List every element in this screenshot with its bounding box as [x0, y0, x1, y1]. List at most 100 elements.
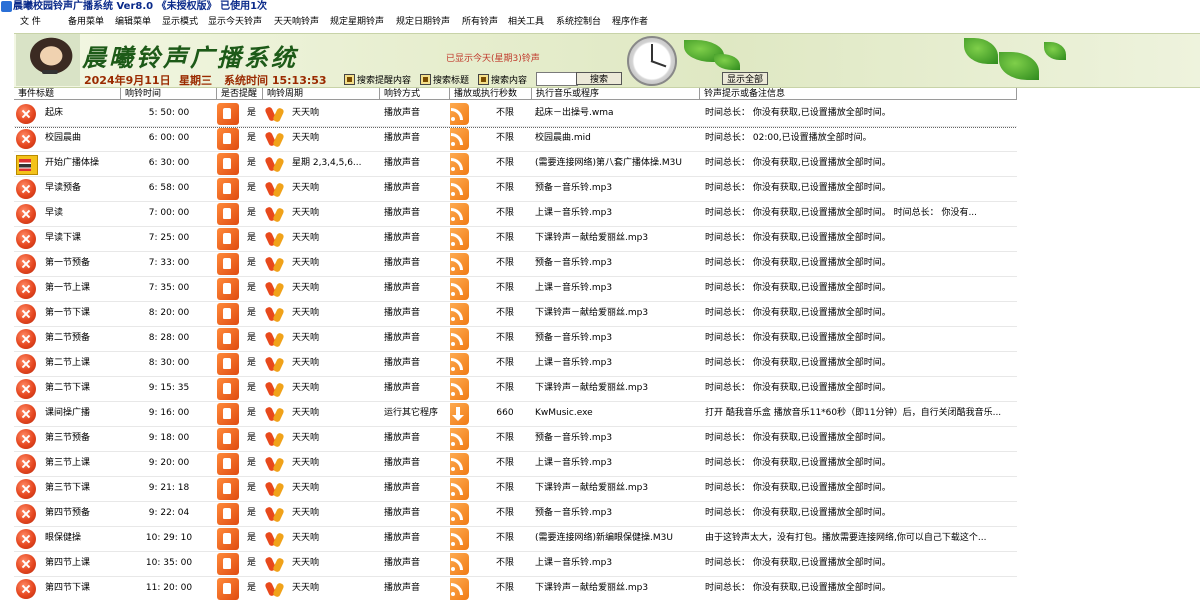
menu-item[interactable]: 天天响铃声: [274, 16, 319, 29]
disabled-x-icon[interactable]: [16, 254, 36, 274]
rss-icon[interactable]: [450, 128, 469, 150]
rss-icon[interactable]: [450, 478, 469, 500]
disabled-x-icon[interactable]: [16, 404, 36, 424]
disabled-x-icon[interactable]: [16, 279, 36, 299]
thumbs-up-icon[interactable]: [217, 428, 239, 450]
thumbs-up-icon[interactable]: [217, 553, 239, 575]
menu-item[interactable]: 编辑菜单: [115, 16, 151, 29]
show-all-button[interactable]: 显示全部: [722, 72, 768, 85]
menu-item[interactable]: 规定星期铃声: [330, 16, 384, 29]
search-button[interactable]: 搜索: [576, 72, 622, 85]
table-row[interactable]: 第四节预备 9: 22: 04 是 天天响 播放声音 不限 预备－音乐铃.mp3 时间总长： …: [14, 501, 1017, 527]
thumbs-up-icon[interactable]: [217, 528, 239, 550]
disabled-x-icon[interactable]: [16, 204, 36, 224]
rss-icon[interactable]: [450, 178, 469, 200]
column-header-mode[interactable]: 响铃方式: [380, 88, 450, 100]
column-header-seconds[interactable]: 播放或执行秒数: [450, 88, 532, 100]
thumbs-up-icon[interactable]: [217, 328, 239, 350]
disabled-x-icon[interactable]: [16, 379, 36, 399]
table-row[interactable]: 第二节下课 9: 15: 35 是 天天响 播放声音 不限 下课铃声－献给爱丽丝.mp3 时间…: [14, 376, 1017, 402]
rss-icon[interactable]: [450, 503, 469, 525]
thumbs-up-icon[interactable]: [217, 378, 239, 400]
disabled-x-icon[interactable]: [16, 454, 36, 474]
menu-item[interactable]: 所有铃声: [462, 16, 498, 29]
menu-item[interactable]: 系统控制台: [556, 16, 601, 29]
disabled-x-icon[interactable]: [16, 479, 36, 499]
column-header-remind[interactable]: 是否提醒: [217, 88, 263, 100]
rss-icon[interactable]: [450, 228, 469, 250]
menu-item[interactable]: 相关工具: [508, 16, 544, 29]
table-row[interactable]: 早读预备 6: 58: 00 是 天天响 播放声音 不限 预备－音乐铃.mp3 时间总长： 你…: [14, 176, 1017, 202]
table-row[interactable]: 第三节预备 9: 18: 00 是 天天响 播放声音 不限 预备－音乐铃.mp3 时间总长： …: [14, 426, 1017, 452]
rss-icon[interactable]: [450, 528, 469, 550]
table-row[interactable]: 第一节下课 8: 20: 00 是 天天响 播放声音 不限 下课铃声－献给爱丽丝.mp3 时间…: [14, 301, 1017, 327]
rss-icon[interactable]: [450, 153, 469, 175]
rss-icon[interactable]: [450, 578, 469, 600]
rss-icon[interactable]: [450, 553, 469, 575]
search-title-checkbox[interactable]: [420, 74, 431, 85]
disabled-x-icon[interactable]: [16, 129, 36, 149]
column-header-cycle[interactable]: 响铃周期: [263, 88, 380, 100]
disabled-x-icon[interactable]: [16, 229, 36, 249]
disabled-x-icon[interactable]: [16, 104, 36, 124]
disabled-x-icon[interactable]: [16, 529, 36, 549]
disabled-x-icon[interactable]: [16, 329, 36, 349]
disabled-x-icon[interactable]: [16, 554, 36, 574]
thumbs-up-icon[interactable]: [217, 253, 239, 275]
rss-icon[interactable]: [450, 103, 469, 125]
table-row[interactable]: 第一节上课 7: 35: 00 是 天天响 播放声音 不限 上课－音乐铃.mp3 时间总长： …: [14, 276, 1017, 302]
search-content-checkbox[interactable]: [478, 74, 489, 85]
rss-icon[interactable]: [450, 253, 469, 275]
table-row[interactable]: 起床 5: 50: 00 是 天天响 播放声音 不限 起床－出操号.wma 时间总长： 你没有…: [14, 101, 1017, 128]
download-icon[interactable]: [450, 403, 469, 425]
table-row[interactable]: 第一节预备 7: 33: 00 是 天天响 播放声音 不限 预备－音乐铃.mp3 时间总长： …: [14, 251, 1017, 277]
table-row[interactable]: 第四节下课 11: 20: 00 是 天天响 播放声音 不限 下课铃声－献给爱丽丝.mp3 时…: [14, 576, 1017, 600]
table-row[interactable]: 校园晨曲 6: 00: 00 是 天天响 播放声音 不限 校园晨曲.mid 时间总长： 02:…: [14, 126, 1017, 152]
thumbs-up-icon[interactable]: [217, 453, 239, 475]
menu-item[interactable]: 程序作者: [612, 16, 648, 29]
thumbs-up-icon[interactable]: [217, 403, 239, 425]
menu-item[interactable]: 显示今天铃声: [208, 16, 262, 29]
thumbs-up-icon[interactable]: [217, 278, 239, 300]
menu-item[interactable]: 文 件: [20, 16, 41, 29]
column-header-time[interactable]: 响铃时间: [121, 88, 217, 100]
exercise-mat-icon[interactable]: [16, 155, 38, 175]
rss-icon[interactable]: [450, 453, 469, 475]
search-input[interactable]: [536, 72, 578, 86]
thumbs-up-icon[interactable]: [217, 478, 239, 500]
menu-item[interactable]: 规定日期铃声: [396, 16, 450, 29]
disabled-x-icon[interactable]: [16, 304, 36, 324]
table-row[interactable]: 早读下课 7: 25: 00 是 天天响 播放声音 不限 下课铃声－献给爱丽丝.mp3 时间总…: [14, 226, 1017, 252]
thumbs-up-icon[interactable]: [217, 153, 239, 175]
disabled-x-icon[interactable]: [16, 504, 36, 524]
thumbs-up-icon[interactable]: [217, 503, 239, 525]
thumbs-up-icon[interactable]: [217, 128, 239, 150]
disabled-x-icon[interactable]: [16, 179, 36, 199]
rss-icon[interactable]: [450, 303, 469, 325]
menu-item[interactable]: 显示模式: [162, 16, 198, 29]
column-header-title[interactable]: 事件标题: [14, 88, 121, 100]
rss-icon[interactable]: [450, 203, 469, 225]
thumbs-up-icon[interactable]: [217, 228, 239, 250]
disabled-x-icon[interactable]: [16, 429, 36, 449]
table-row[interactable]: 早读 7: 00: 00 是 天天响 播放声音 不限 上课－音乐铃.mp3 时间总长： 你没有…: [14, 201, 1017, 227]
table-row[interactable]: 第二节预备 8: 28: 00 是 天天响 播放声音 不限 预备－音乐铃.mp3 时间总长： …: [14, 326, 1017, 352]
table-row[interactable]: 第四节上课 10: 35: 00 是 天天响 播放声音 不限 上课－音乐铃.mp3 时间总长：…: [14, 551, 1017, 577]
table-row[interactable]: 第三节下课 9: 21: 18 是 天天响 播放声音 不限 下课铃声－献给爱丽丝.mp3 时间…: [14, 476, 1017, 502]
column-header-program[interactable]: 执行音乐或程序: [532, 88, 700, 100]
thumbs-up-icon[interactable]: [217, 178, 239, 200]
rss-icon[interactable]: [450, 378, 469, 400]
table-row[interactable]: 第三节上课 9: 20: 00 是 天天响 播放声音 不限 上课－音乐铃.mp3 时间总长： …: [14, 451, 1017, 477]
column-header-note[interactable]: 铃声提示或备注信息: [700, 88, 1017, 100]
table-row[interactable]: 开始广播体操 6: 30: 00 是 星期 2,3,4,5,6... 播放声音 不限 (需要…: [14, 151, 1017, 177]
search-reminder-checkbox[interactable]: [344, 74, 355, 85]
disabled-x-icon[interactable]: [16, 354, 36, 374]
rss-icon[interactable]: [450, 353, 469, 375]
table-row[interactable]: 眼保健操 10: 29: 10 是 天天响 播放声音 不限 (需要连接网络)新编眼保健操.M…: [14, 526, 1017, 552]
table-row[interactable]: 课间操广播 9: 16: 00 是 天天响 运行其它程序 660 KwMusic.exe 打开…: [14, 401, 1017, 427]
table-row[interactable]: 第二节上课 8: 30: 00 是 天天响 播放声音 不限 上课－音乐铃.mp3 时间总长： …: [14, 351, 1017, 377]
thumbs-up-icon[interactable]: [217, 203, 239, 225]
rss-icon[interactable]: [450, 328, 469, 350]
disabled-x-icon[interactable]: [16, 579, 36, 599]
thumbs-up-icon[interactable]: [217, 303, 239, 325]
